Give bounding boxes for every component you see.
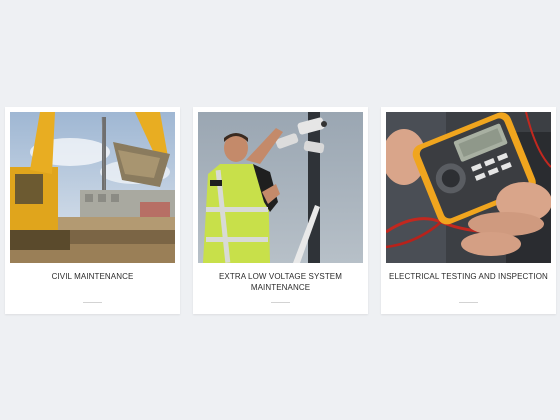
card-divider bbox=[459, 302, 478, 303]
cctv-installation-photo[interactable] bbox=[198, 112, 363, 263]
card-divider bbox=[83, 302, 102, 303]
service-card-civil-maintenance[interactable]: CIVIL MAINTENANCE bbox=[5, 107, 180, 314]
service-card-title: EXTRA LOW VOLTAGE SYSTEM MAINTENANCE bbox=[218, 272, 343, 292]
multimeter-photo[interactable] bbox=[386, 112, 551, 263]
service-card-title: CIVIL MAINTENANCE bbox=[51, 272, 134, 281]
service-card-title: ELECTRICAL TESTING AND INSPECTION bbox=[389, 272, 548, 281]
service-card-electrical-testing[interactable]: ELECTRICAL TESTING AND INSPECTION bbox=[381, 107, 556, 314]
excavator-photo[interactable] bbox=[10, 112, 175, 263]
services-card-row: CIVIL MAINTENANCE EXTRA LOW VOLTAGE SYST… bbox=[5, 107, 556, 314]
card-divider bbox=[271, 302, 290, 303]
service-card-extra-low-voltage[interactable]: EXTRA LOW VOLTAGE SYSTEM MAINTENANCE bbox=[193, 107, 368, 314]
